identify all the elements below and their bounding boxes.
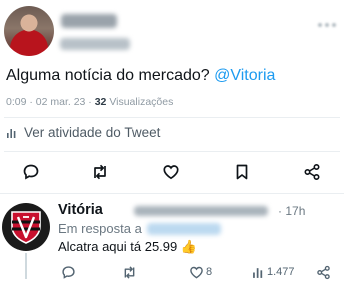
reply-views-button[interactable]: 1.477	[252, 263, 295, 281]
shield-logo-icon	[11, 211, 41, 244]
reply-analytics-icon	[253, 267, 263, 278]
tweet-timestamp[interactable]: 0:09 · 02 mar. 23 ·	[6, 96, 95, 108]
divider	[0, 193, 344, 194]
vitoria-logo-avatar[interactable]	[2, 203, 50, 251]
reply-retweet-icon[interactable]	[121, 263, 138, 281]
reply-time-value: 17h	[285, 204, 306, 218]
tweet-activity-link[interactable]: Ver atividade do Tweet	[6, 125, 160, 140]
divider	[4, 151, 340, 152]
tweet-meta: 0:09 · 02 mar. 23 · 32 Visualizações	[6, 96, 173, 108]
author-name-redacted[interactable]	[61, 14, 117, 28]
tweet-actions	[0, 161, 344, 183]
reply-like-button[interactable]: 8	[189, 263, 212, 281]
author-handle-redacted[interactable]	[60, 38, 130, 50]
reply-text: Alcatra aqui tá 25.99 👍	[58, 239, 198, 254]
analytics-icon	[7, 128, 16, 138]
retweet-icon[interactable]	[89, 161, 111, 183]
reply-timestamp[interactable]: · 17h	[278, 204, 305, 218]
replying-to-handle-redacted[interactable]	[147, 223, 221, 235]
reply-actions: 8 1.477	[0, 263, 344, 281]
views-count: 32	[94, 96, 107, 108]
author-avatar[interactable]	[4, 6, 54, 56]
reply-icon[interactable]	[20, 161, 42, 183]
reply-author-name[interactable]: Vitória	[58, 202, 103, 218]
reply-time-dot: ·	[278, 204, 282, 218]
bookmark-icon[interactable]	[231, 161, 253, 183]
activity-label: Ver atividade do Tweet	[24, 125, 161, 140]
mention-link[interactable]: @Vitoria	[214, 67, 275, 84]
reply-reply-icon[interactable]	[61, 263, 76, 281]
reply-like-count: 8	[206, 266, 213, 278]
like-icon[interactable]	[160, 161, 182, 183]
divider	[4, 117, 340, 118]
views-label: Visualizações	[106, 96, 174, 108]
more-options-icon[interactable]	[318, 22, 338, 30]
replying-to-label: Em resposta a	[58, 221, 142, 236]
reply-handle-redacted[interactable]	[134, 206, 268, 216]
main-tweet: Alguma notícia do mercado? @Vitoria 0:09…	[0, 0, 344, 195]
reply-like-icon	[190, 266, 203, 278]
reply-share-icon[interactable]	[316, 263, 331, 281]
share-icon[interactable]	[301, 161, 323, 183]
reply-views-count: 1.477	[267, 266, 295, 278]
tweet-text: Alguma notícia do mercado? @Vitoria	[6, 66, 275, 86]
tweet-text-body: Alguma notícia do mercado?	[6, 67, 215, 84]
